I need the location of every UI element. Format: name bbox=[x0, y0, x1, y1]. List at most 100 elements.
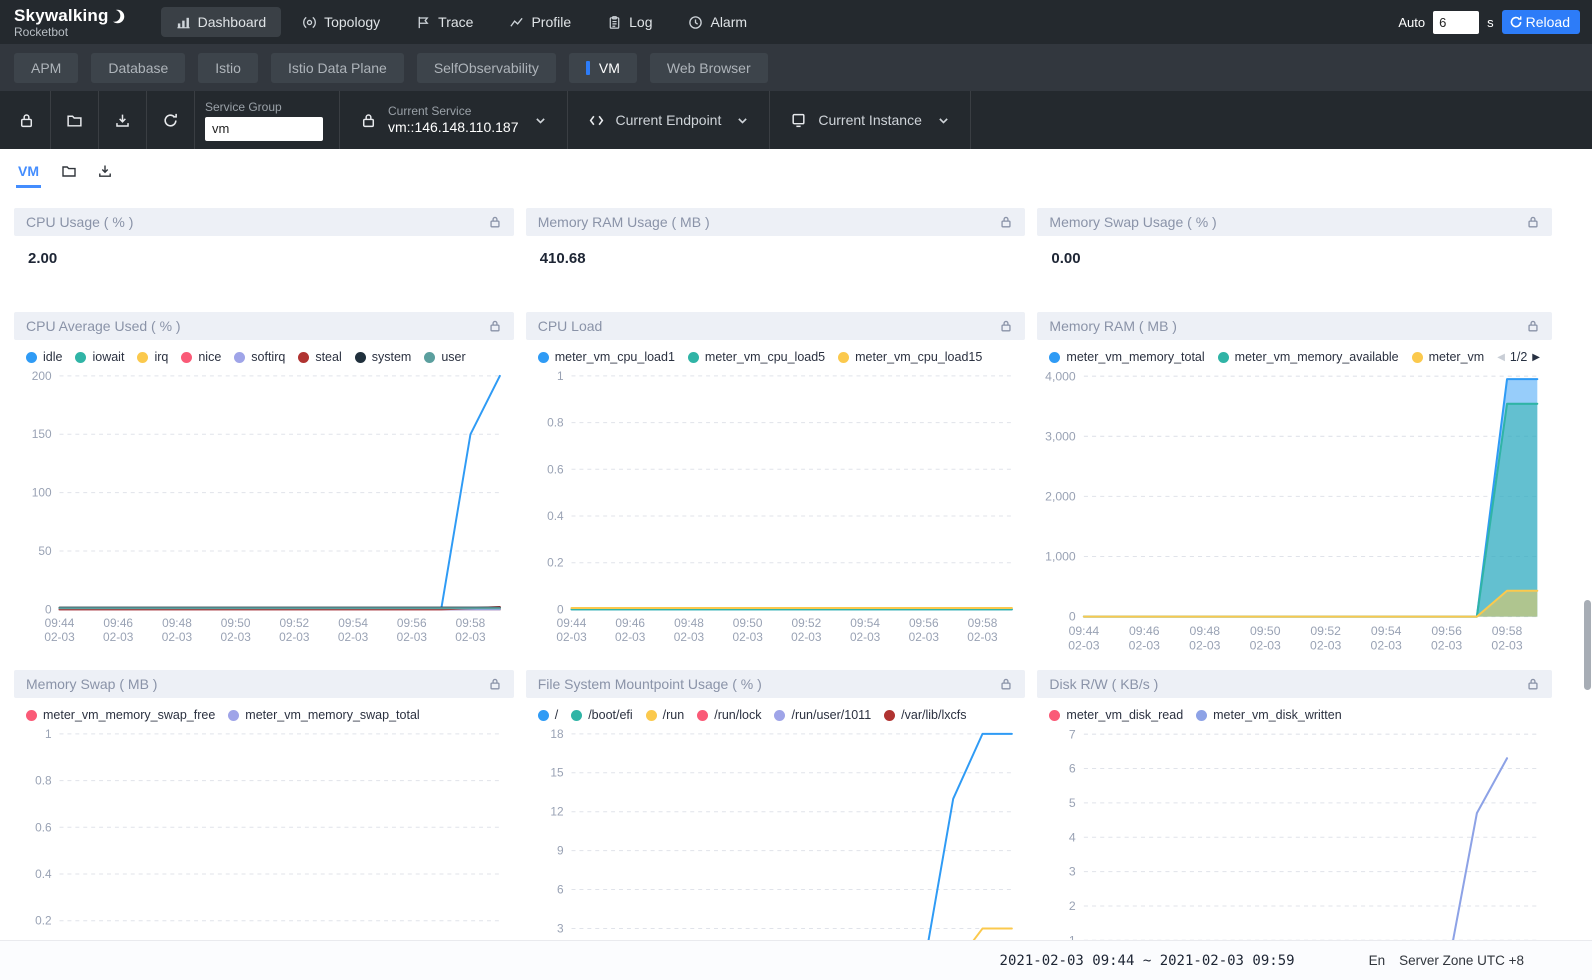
export-page-button[interactable] bbox=[97, 163, 113, 179]
lock-icon[interactable] bbox=[999, 677, 1013, 691]
svg-text:02-03: 02-03 bbox=[279, 630, 310, 644]
legend-item[interactable]: meter_vm_memory_available bbox=[1218, 350, 1399, 364]
logo-subtitle: Rocketbot bbox=[14, 26, 125, 39]
svg-text:09:48: 09:48 bbox=[162, 616, 192, 630]
legend-item[interactable]: iowait bbox=[75, 350, 124, 364]
svg-text:6: 6 bbox=[1069, 762, 1076, 776]
tab-vm[interactable]: VM bbox=[569, 53, 637, 83]
legend-item[interactable]: / bbox=[538, 708, 558, 722]
svg-text:09:50: 09:50 bbox=[1250, 624, 1281, 638]
legend-item[interactable]: /var/lib/lxcfs bbox=[884, 708, 966, 722]
svg-text:02-03: 02-03 bbox=[1069, 638, 1100, 652]
svg-text:3,000: 3,000 bbox=[1046, 429, 1077, 443]
legend-item[interactable]: system bbox=[355, 350, 412, 364]
legend-item[interactable]: /run/user/1011 bbox=[774, 708, 871, 722]
legend-item[interactable]: meter_vm_memory_swap_total bbox=[228, 708, 419, 722]
legend-item[interactable]: user bbox=[424, 350, 465, 364]
legend-item[interactable]: steal bbox=[298, 350, 341, 364]
svg-text:02-03: 02-03 bbox=[1431, 638, 1462, 652]
legend-item[interactable]: /run/lock bbox=[697, 708, 761, 722]
reload-button[interactable]: Reload bbox=[1502, 10, 1580, 34]
lock-icon[interactable] bbox=[999, 319, 1013, 333]
legend-item[interactable]: meter_vm_memory_swap_free bbox=[26, 708, 215, 722]
nav-item-dashboard[interactable]: Dashboard bbox=[161, 7, 282, 37]
status-bar: 2021-02-03 09:44 ~ 2021-02-03 09:59 En S… bbox=[0, 940, 1592, 980]
legend-item[interactable]: meter_vm_disk_written bbox=[1196, 708, 1342, 722]
profile-icon bbox=[509, 15, 524, 30]
legend-prev-icon[interactable]: ◀ bbox=[1497, 352, 1505, 363]
nav-item-trace[interactable]: Trace bbox=[401, 7, 488, 37]
legend-next-icon[interactable]: ▶ bbox=[1532, 352, 1540, 363]
dashboard-page-tabs: VM bbox=[0, 149, 1592, 192]
svg-text:02-03: 02-03 bbox=[44, 630, 75, 644]
chevron-down-icon bbox=[736, 114, 749, 127]
auto-interval-input[interactable] bbox=[1433, 11, 1479, 34]
legend-label: /run/lock bbox=[714, 708, 761, 722]
current-endpoint-selector[interactable]: Current Endpoint bbox=[568, 91, 771, 149]
lock-icon[interactable] bbox=[488, 319, 502, 333]
lock-icon[interactable] bbox=[1526, 319, 1540, 333]
lock-icon[interactable] bbox=[488, 215, 502, 229]
lock-icon bbox=[360, 112, 377, 129]
card-title: Memory Swap Usage ( % ) bbox=[1049, 214, 1216, 230]
legend-page-label: 1/2 bbox=[1510, 350, 1527, 364]
svg-text:50: 50 bbox=[38, 544, 52, 558]
time-range-picker[interactable]: 2021-02-03 09:44 ~ 2021-02-03 09:59 bbox=[1000, 953, 1295, 969]
legend-item[interactable]: softirq bbox=[234, 350, 285, 364]
svg-text:6: 6 bbox=[557, 883, 564, 897]
lock-icon[interactable] bbox=[1526, 677, 1540, 691]
legend-label: /run/user/1011 bbox=[791, 708, 871, 722]
nav-item-log[interactable]: Log bbox=[592, 7, 667, 37]
nav-item-topology[interactable]: Topology bbox=[287, 7, 395, 37]
legend-item[interactable]: meter_vm_cpu_load15 bbox=[838, 350, 982, 364]
vertical-scrollbar-thumb[interactable] bbox=[1584, 600, 1591, 690]
tab-label: APM bbox=[31, 60, 61, 76]
language-selector[interactable]: En bbox=[1369, 953, 1386, 968]
service-group-input[interactable] bbox=[205, 117, 323, 141]
tab-selfobservability[interactable]: SelfObservability bbox=[417, 53, 556, 83]
tab-database[interactable]: Database bbox=[91, 53, 185, 83]
folder-toolbar-button[interactable] bbox=[51, 91, 99, 149]
legend-item[interactable]: meter_vm bbox=[1412, 350, 1485, 364]
tab-apm[interactable]: APM bbox=[14, 53, 78, 83]
current-service-selector[interactable]: Current Service vm::146.148.110.187 bbox=[340, 91, 568, 149]
legend-item[interactable]: nice bbox=[181, 350, 221, 364]
svg-text:0.8: 0.8 bbox=[547, 416, 564, 430]
legend-item[interactable]: irq bbox=[137, 350, 168, 364]
nav-item-profile[interactable]: Profile bbox=[494, 7, 586, 37]
tab-istio-data-plane[interactable]: Istio Data Plane bbox=[271, 53, 404, 83]
lock-icon[interactable] bbox=[1526, 215, 1540, 229]
nav-item-alarm[interactable]: Alarm bbox=[673, 7, 762, 37]
chart-card-disk-rw: Disk R/W ( KB/s ) meter_vm_disk_readmete… bbox=[1037, 670, 1552, 980]
svg-text:09:54: 09:54 bbox=[1371, 624, 1402, 638]
card-header: CPU Average Used ( % ) bbox=[14, 312, 514, 340]
legend-item[interactable]: meter_vm_disk_read bbox=[1049, 708, 1183, 722]
legend-label: idle bbox=[43, 350, 62, 364]
export-toolbar-button[interactable] bbox=[99, 91, 147, 149]
lock-toolbar-button[interactable] bbox=[0, 91, 51, 149]
folder-page-button[interactable] bbox=[61, 163, 77, 179]
lock-icon[interactable] bbox=[999, 215, 1013, 229]
legend-item[interactable]: meter_vm_cpu_load5 bbox=[688, 350, 825, 364]
crescent-logo-icon bbox=[110, 8, 125, 25]
svg-text:09:44: 09:44 bbox=[556, 616, 586, 630]
legend-item[interactable]: /run bbox=[646, 708, 685, 722]
folder-icon bbox=[61, 163, 77, 179]
tab-istio[interactable]: Istio bbox=[198, 53, 258, 83]
page-tab-vm[interactable]: VM bbox=[16, 154, 41, 188]
svg-text:4,000: 4,000 bbox=[1046, 369, 1077, 383]
chart-canvas: 05010015020009:4402-0309:4602-0309:4802-… bbox=[14, 366, 514, 651]
download-icon bbox=[97, 163, 113, 179]
current-instance-selector[interactable]: Current Instance bbox=[770, 91, 971, 149]
legend-item[interactable]: /boot/efi bbox=[571, 708, 632, 722]
lock-icon[interactable] bbox=[488, 677, 502, 691]
legend-dot bbox=[234, 352, 245, 363]
refresh-toolbar-button[interactable] bbox=[147, 91, 195, 149]
legend-item[interactable]: meter_vm_cpu_load1 bbox=[538, 350, 675, 364]
tab-web-browser[interactable]: Web Browser bbox=[650, 53, 768, 83]
legend-item[interactable]: idle bbox=[26, 350, 62, 364]
legend-label: meter_vm_memory_swap_free bbox=[43, 708, 215, 722]
legend-label: steal bbox=[315, 350, 341, 364]
card-header: Memory RAM Usage ( MB ) bbox=[526, 208, 1026, 236]
legend-item[interactable]: meter_vm_memory_total bbox=[1049, 350, 1204, 364]
